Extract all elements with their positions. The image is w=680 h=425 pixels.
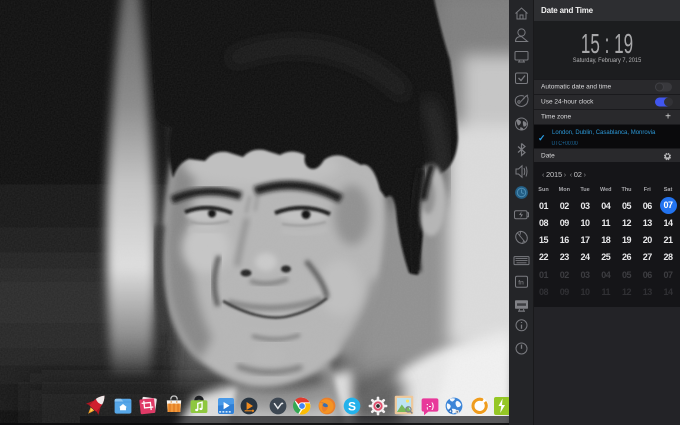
svg-text:fn: fn <box>518 280 524 287</box>
svg-text:S: S <box>348 399 356 413</box>
svg-text:;-): ;-) <box>426 401 434 410</box>
